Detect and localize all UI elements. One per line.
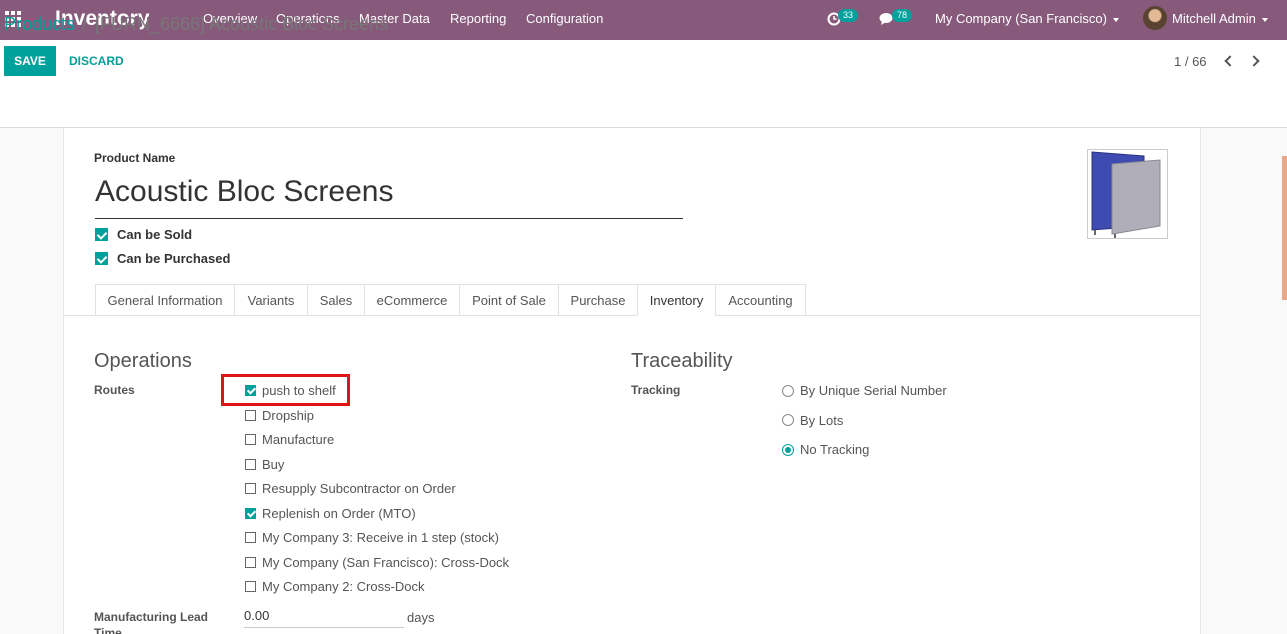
traceability-heading: Traceability [631,350,733,372]
tab-point-of-sale[interactable]: Point of Sale [459,284,559,316]
route-manufacture-checkbox[interactable] [245,434,256,445]
route-push-to-shelf-checkbox[interactable] [245,385,256,396]
control-panel [0,40,1287,128]
avatar[interactable] [1143,6,1167,30]
caret-down-icon [1112,17,1119,22]
can-be-sold-checkbox[interactable] [95,228,108,241]
product-name-input[interactable]: Acoustic Bloc Screens [95,175,683,219]
tracking-lots-label: By Lots [800,413,844,428]
route-buy-label: Buy [262,457,285,472]
user-menu[interactable]: Mitchell Admin [1172,11,1268,26]
tracking-lots-radio[interactable] [782,414,794,426]
can-be-purchased-label: Can be Purchased [117,251,231,266]
discard-button[interactable]: DISCARD [69,46,124,76]
company-switcher[interactable]: My Company (San Francisco) [935,11,1119,26]
product-image[interactable] [1087,149,1168,239]
breadcrumb-products[interactable]: Products [4,14,75,35]
routes-label: Routes [94,383,135,397]
manufacturing-lead-time-input[interactable]: 0.00 [244,608,404,628]
route-dropship-checkbox[interactable] [245,410,256,421]
route-resupply-subcontractor-label: Resupply Subcontractor on Order [262,481,456,496]
user-name: Mitchell Admin [1172,11,1256,26]
operations-heading: Operations [94,350,192,372]
tab-variants[interactable]: Variants [234,284,308,316]
message-count-badge: 78 [892,9,913,22]
route-company3-receive-label: My Company 3: Receive in 1 step (stock) [262,530,499,545]
can-be-purchased-checkbox[interactable] [95,252,108,265]
route-company2-crossdock-label: My Company 2: Cross-Dock [262,579,425,594]
route-company3-receive-checkbox[interactable] [245,532,256,543]
tracking-serial-label: By Unique Serial Number [800,383,947,398]
tracking-none-radio[interactable] [782,444,794,456]
route-replenish-mto-checkbox[interactable] [245,508,256,519]
save-button[interactable]: SAVE [4,46,56,76]
manufacturing-lead-time-label: Manufacturing Lead Time [94,610,209,634]
route-push-to-shelf-label: push to shelf [262,383,336,398]
menu-configuration[interactable]: Configuration [526,11,603,26]
route-resupply-subcontractor-checkbox[interactable] [245,483,256,494]
activity-count-badge: 33 [838,9,859,22]
breadcrumb-separator: / [82,14,88,34]
route-company2-crossdock-checkbox[interactable] [245,581,256,592]
tracking-none-label: No Tracking [800,442,870,457]
menu-reporting[interactable]: Reporting [450,11,506,26]
route-manufacture-label: Manufacture [262,432,335,447]
tab-general-information[interactable]: General Information [95,284,235,316]
product-name-label: Product Name [94,151,176,165]
route-buy-checkbox[interactable] [245,459,256,470]
route-replenish-mto-label: Replenish on Order (MTO) [262,506,416,521]
breadcrumb-current: [FURN_6666] Acoustic Bloc Screens [95,14,389,34]
tab-accounting[interactable]: Accounting [715,284,806,316]
tab-purchase[interactable]: Purchase [558,284,638,316]
chevron-right-icon[interactable] [1248,54,1262,68]
scrollbar[interactable] [1282,156,1287,300]
tab-ecommerce[interactable]: eCommerce [364,284,460,316]
company-name: My Company (San Francisco) [935,11,1107,26]
tracking-label: Tracking [631,383,681,397]
route-dropship-label: Dropship [262,408,315,423]
caret-down-icon [1261,17,1268,22]
route-sf-crossdock-label: My Company (San Francisco): Cross-Dock [262,555,510,570]
tracking-serial-radio[interactable] [782,385,794,397]
tab-sales[interactable]: Sales [307,284,365,316]
pager-value[interactable]: 1 / 66 [1174,54,1207,69]
chevron-left-icon[interactable] [1222,54,1236,68]
lead-time-unit: days [407,610,435,625]
route-sf-crossdock-checkbox[interactable] [245,557,256,568]
can-be-sold-label: Can be Sold [117,227,193,242]
tab-inventory[interactable]: Inventory [637,284,716,316]
